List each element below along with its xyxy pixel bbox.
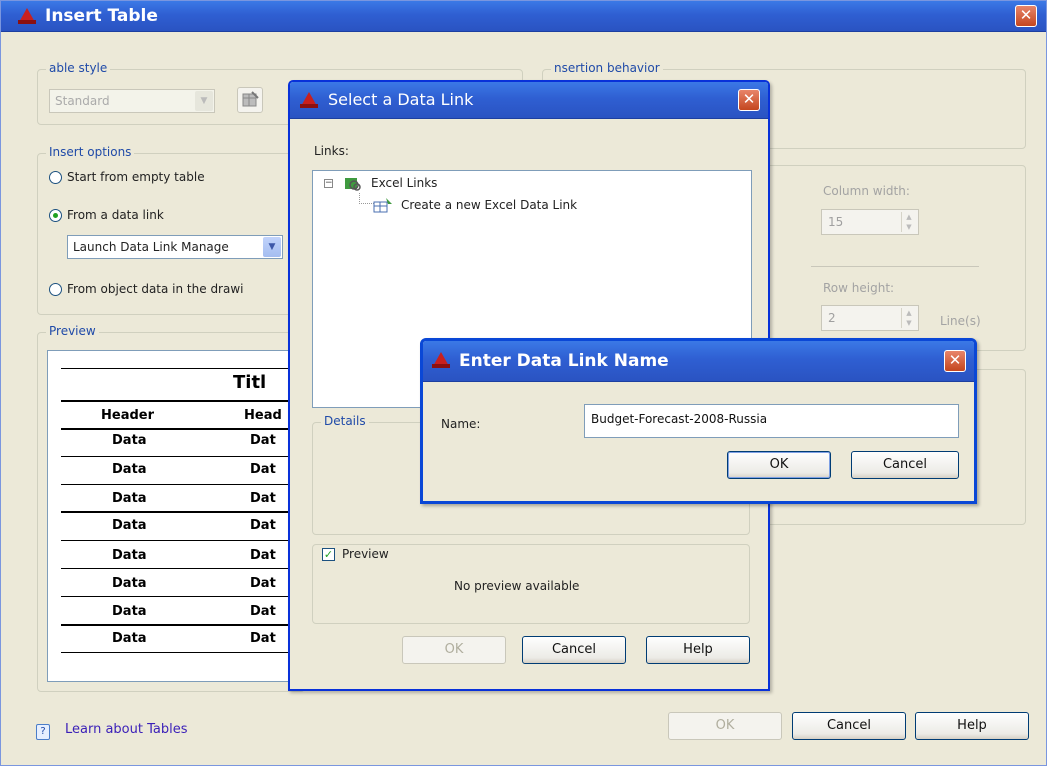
table-style-value: Standard (55, 94, 110, 108)
insert-table-close-button[interactable]: ✕ (1015, 5, 1037, 27)
preview-checkbox[interactable]: ✓ (322, 548, 335, 561)
name-field[interactable] (584, 404, 959, 438)
preview-cell: Data (112, 518, 147, 533)
chevron-down-icon: ▼ (195, 91, 213, 111)
preview-header: Head (244, 408, 282, 423)
enter-name-title: Enter Data Link Name (459, 351, 669, 371)
insert-table-ok-button[interactable]: OK (668, 712, 782, 740)
links-label: Links: (314, 144, 349, 158)
enter-name-ok-button[interactable]: OK (727, 451, 831, 479)
select-data-link-titlebar[interactable]: Select a Data Link ✕ (290, 82, 768, 119)
table-style-combo[interactable]: Standard ▼ (49, 89, 215, 113)
preview-cell: Dat (250, 433, 276, 448)
preview-cell: Dat (250, 604, 276, 619)
select-data-link-title: Select a Data Link (328, 90, 474, 109)
preview-cell: Dat (250, 631, 276, 646)
row-height-spinner[interactable]: 2 ▲ ▼ (821, 305, 919, 331)
preview-rule (61, 652, 298, 653)
autocad-app-icon (300, 92, 318, 108)
insert-table-cancel-button[interactable]: Cancel (792, 712, 906, 740)
data-link-combo-value: Launch Data Link Manage (73, 240, 229, 254)
preview-rule (61, 456, 298, 457)
table-style-dialog-launcher-icon[interactable] (237, 87, 263, 113)
preview-cell: Data (112, 631, 147, 646)
preview-rule (61, 540, 298, 541)
column-width-value: 15 (828, 215, 844, 229)
select-data-link-help-button[interactable]: Help (646, 636, 750, 664)
divider (811, 266, 979, 267)
from-data-link-radio[interactable] (49, 209, 62, 222)
tree-connector (359, 193, 374, 204)
learn-about-tables-link[interactable]: Learn about Tables (65, 722, 188, 737)
new-excel-link-icon (373, 197, 393, 213)
preview-rule (61, 624, 298, 626)
preview-rule (61, 568, 298, 569)
insert-options-label: Insert options (46, 145, 135, 159)
insert-table-help-button[interactable]: Help (915, 712, 1029, 740)
row-height-label: Row height: (823, 281, 895, 295)
spin-arrows-icon: ▲ ▼ (901, 212, 916, 232)
column-width-label: Column width: (823, 184, 910, 198)
no-preview-text: No preview available (454, 579, 580, 593)
preview-cell: Dat (250, 518, 276, 533)
from-data-link-label[interactable]: From a data link (67, 208, 164, 222)
name-label: Name: (441, 417, 481, 431)
preview-cell: Dat (250, 462, 276, 477)
preview-rule (61, 511, 298, 513)
start-from-empty-label[interactable]: Start from empty table (67, 170, 205, 184)
preview-rule (61, 428, 298, 430)
enter-data-link-name-dialog: Enter Data Link Name ✕ Name: OK Cancel (420, 338, 977, 504)
table-style-label: able style (46, 61, 111, 75)
preview-cell: Dat (250, 548, 276, 563)
enter-name-close-button[interactable]: ✕ (944, 350, 966, 372)
chevron-down-icon: ▼ (263, 237, 281, 257)
collapse-icon[interactable]: − (324, 179, 333, 188)
preview-cell: Data (112, 604, 147, 619)
preview-header: Header (101, 408, 155, 423)
preview-rule (61, 484, 298, 485)
details-label: Details (321, 414, 369, 428)
preview-cell: Data (112, 433, 147, 448)
enter-name-titlebar[interactable]: Enter Data Link Name ✕ (423, 341, 974, 382)
data-link-combo[interactable]: Launch Data Link Manage ▼ (67, 235, 283, 259)
start-from-empty-radio[interactable] (49, 171, 62, 184)
preview-cell: Data (112, 491, 147, 506)
preview-label: Preview (46, 324, 99, 338)
select-data-link-close-button[interactable]: ✕ (738, 89, 760, 111)
preview-cell: Dat (250, 576, 276, 591)
from-object-data-label[interactable]: From object data in the drawi (67, 282, 244, 296)
preview-cell: Data (112, 462, 147, 477)
excel-links-icon (343, 175, 361, 191)
preview-rule (61, 596, 298, 597)
insertion-behavior-label: nsertion behavior (551, 61, 663, 75)
table-preview: Titl Header Head Data Dat Data Dat Data … (47, 350, 299, 682)
preview-title: Titl (233, 372, 267, 393)
insert-table-titlebar[interactable]: Insert Table ✕ (1, 1, 1046, 32)
preview-cell: Data (112, 548, 147, 563)
select-data-link-ok-button[interactable]: OK (402, 636, 506, 664)
column-width-spinner[interactable]: 15 ▲ ▼ (821, 209, 919, 235)
from-object-data-radio[interactable] (49, 283, 62, 296)
enter-name-cancel-button[interactable]: Cancel (851, 451, 959, 479)
preview-cell: Data (112, 576, 147, 591)
name-input[interactable] (589, 411, 943, 427)
autocad-app-icon (432, 352, 450, 368)
autocad-app-icon (18, 8, 36, 24)
tree-item-excel-links[interactable]: Excel Links (371, 176, 437, 190)
tree-item-create-excel-link[interactable]: Create a new Excel Data Link (401, 198, 577, 212)
select-data-link-cancel-button[interactable]: Cancel (522, 636, 626, 664)
preview-rule (61, 400, 298, 402)
row-height-value: 2 (828, 311, 836, 325)
preview-cell: Dat (250, 491, 276, 506)
row-height-unit: Line(s) (940, 314, 981, 328)
help-book-icon[interactable]: ? (36, 724, 50, 740)
insert-table-title: Insert Table (45, 6, 158, 26)
preview-top-rule (61, 368, 298, 369)
preview-checkbox-label[interactable]: Preview (342, 547, 389, 561)
spin-arrows-icon: ▲ ▼ (901, 308, 916, 328)
